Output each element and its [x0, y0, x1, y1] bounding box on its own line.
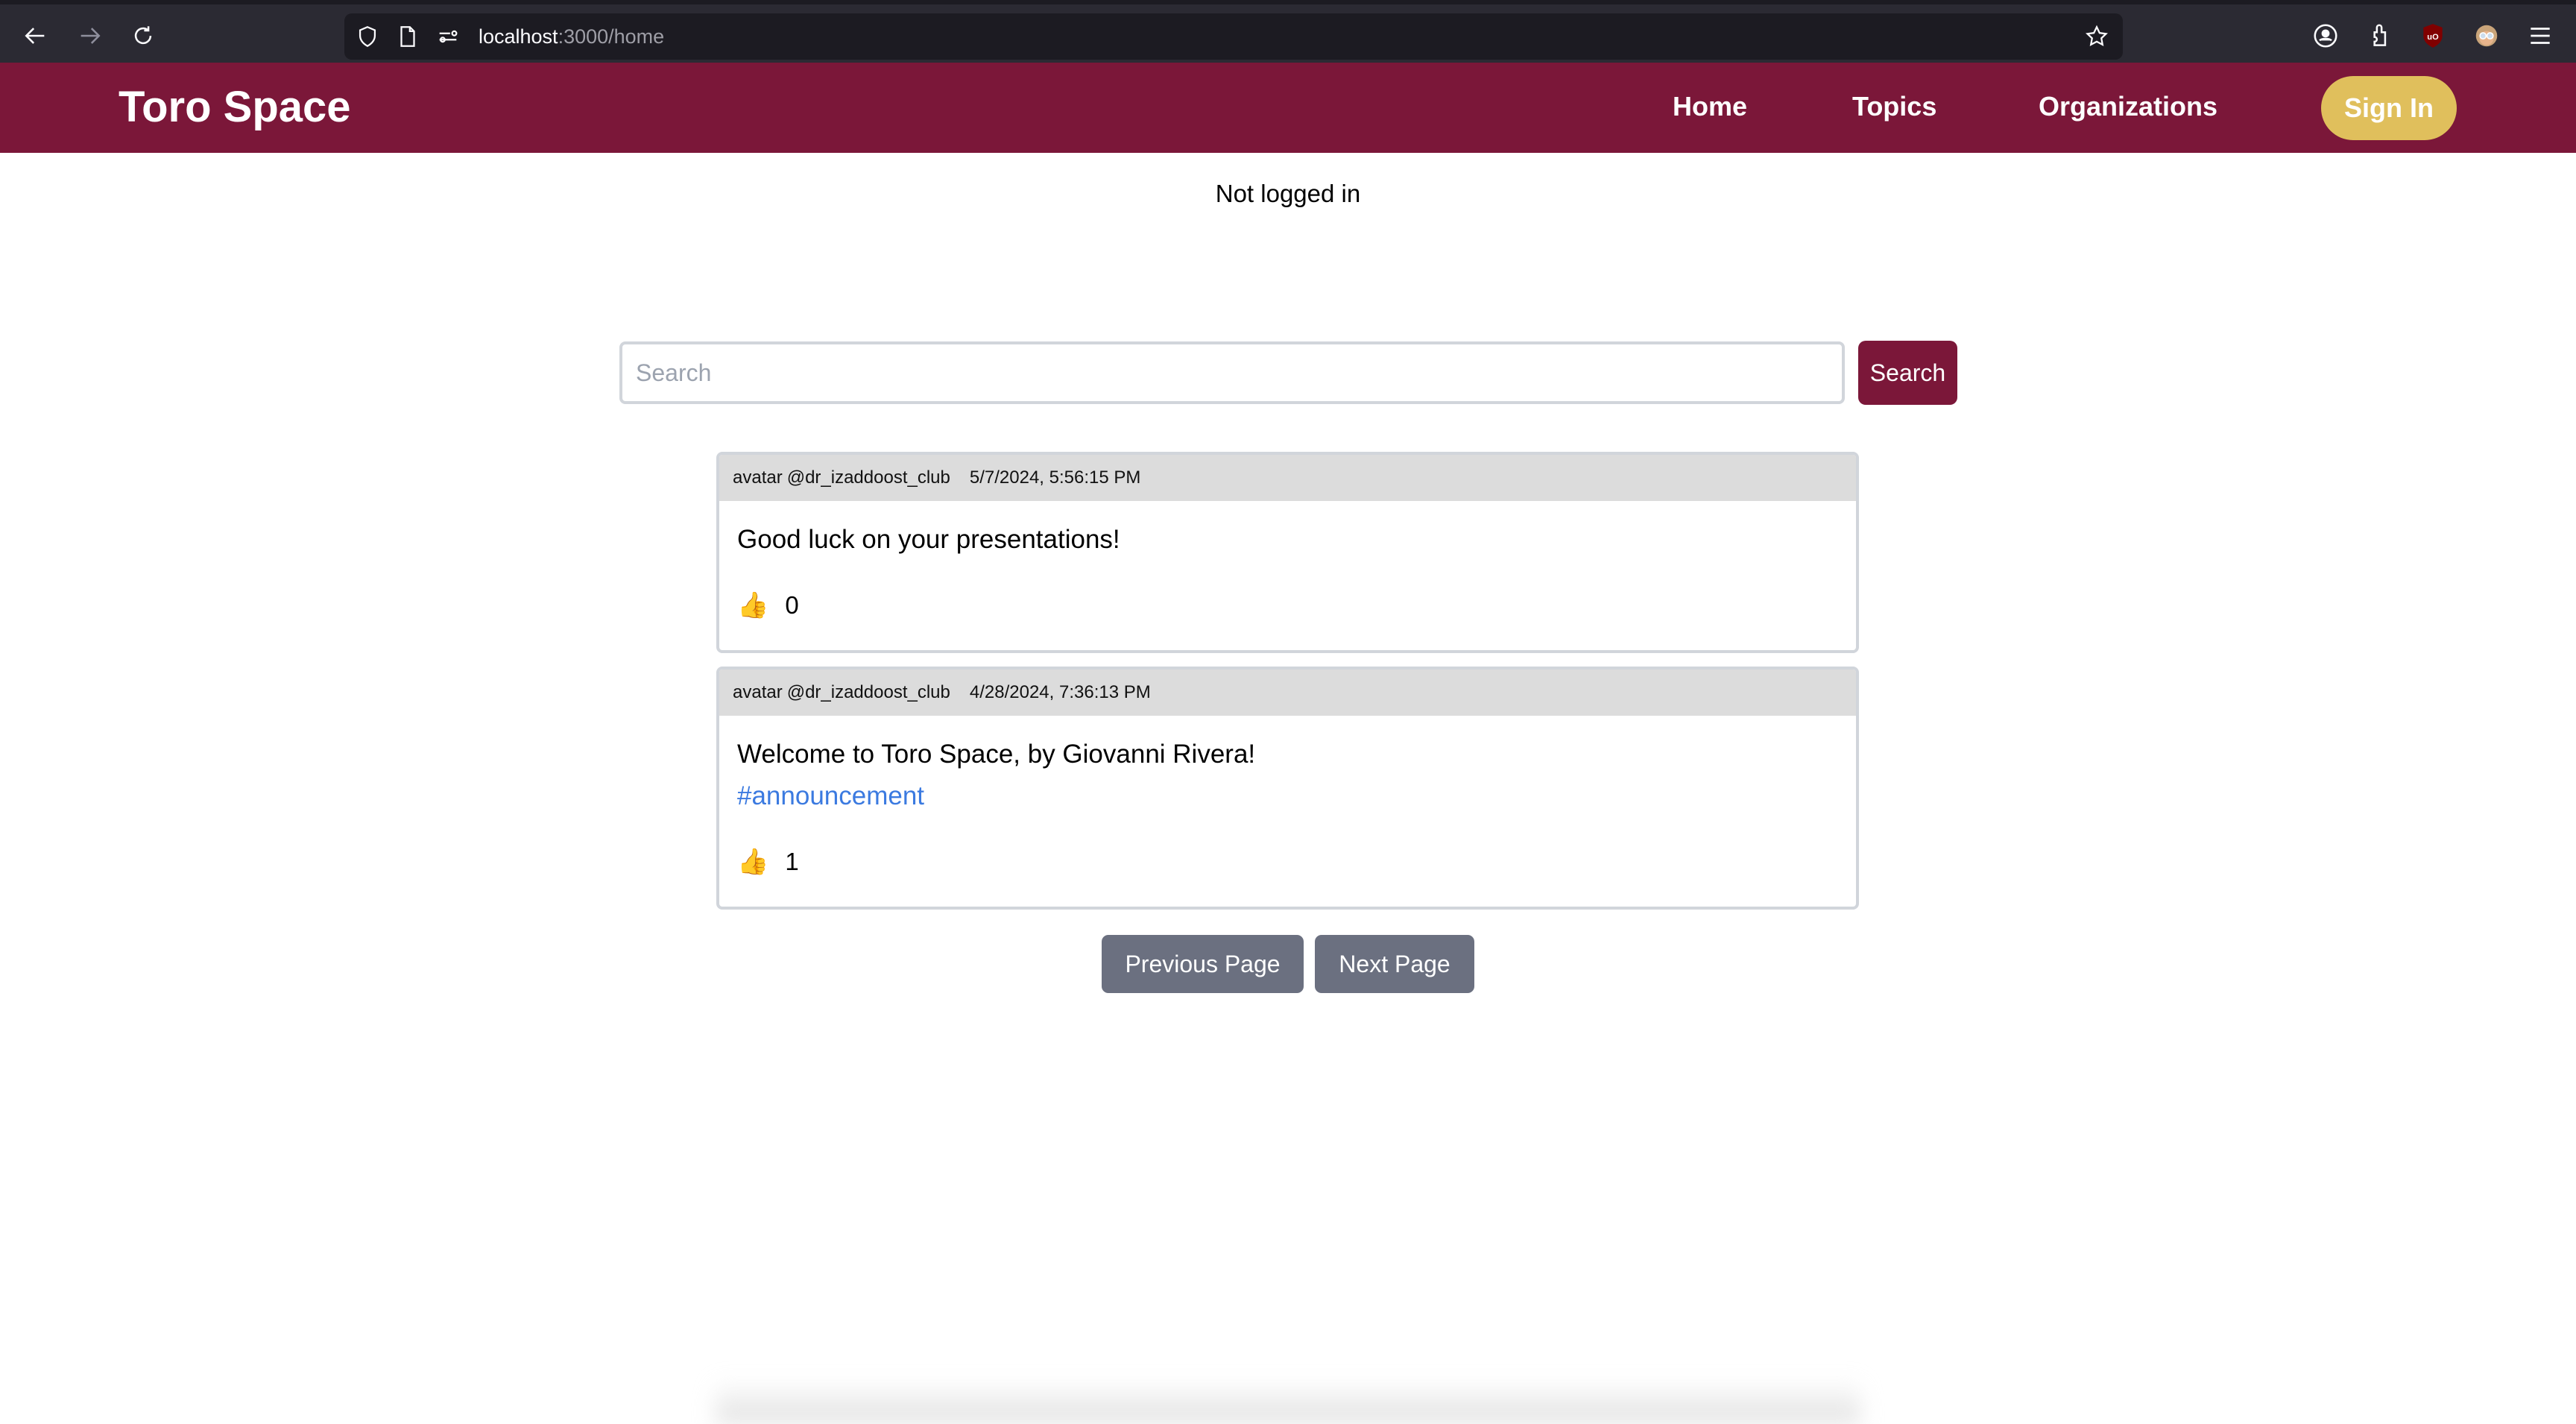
back-button[interactable]	[19, 19, 52, 52]
bottom-shadow	[716, 1379, 1860, 1424]
login-status: Not logged in	[1215, 180, 1361, 207]
hamburger-menu-icon	[2531, 28, 2550, 44]
account-icon	[2314, 24, 2337, 48]
arrow-right-icon	[80, 28, 101, 44]
post-text: Welcome to Toro Space, by Giovanni River…	[737, 740, 1256, 769]
ublock-button[interactable]: uO	[2418, 21, 2448, 51]
account-button[interactable]	[2311, 21, 2340, 51]
url-text[interactable]: localhost:3000/home	[479, 24, 664, 49]
post-header: avatar @dr_izaddoost_club 4/28/2024, 7:3…	[719, 670, 1856, 716]
post-timestamp: 4/28/2024, 7:36:13 PM	[969, 682, 1151, 702]
hashtag-link[interactable]: #announcement	[737, 781, 924, 810]
arrow-left-icon	[25, 28, 45, 44]
url-path: :3000/home	[558, 25, 665, 48]
avatar[interactable]: avatar	[733, 682, 783, 703]
svg-text:uO: uO	[2427, 33, 2439, 42]
puzzle-extensions-icon	[2373, 24, 2387, 46]
ublock-origin-icon: uO	[2423, 24, 2443, 48]
post-timestamp: 5/7/2024, 5:56:15 PM	[969, 467, 1141, 488]
extensions-button[interactable]	[2364, 21, 2394, 51]
permissions-sliders-icon[interactable]	[435, 24, 461, 49]
reload-button[interactable]	[127, 19, 160, 52]
browser-toolbar: localhost:3000/home uO	[0, 0, 2576, 63]
tracking-protection-shield-icon[interactable]	[355, 24, 380, 49]
post-likes: 👍 1	[719, 847, 1856, 877]
next-page-button[interactable]: Next Page	[1315, 935, 1474, 993]
page-icon[interactable]	[395, 24, 420, 49]
post-card: avatar @dr_izaddoost_club 4/28/2024, 7:3…	[716, 667, 1859, 910]
nav-home[interactable]: Home	[1673, 89, 1747, 124]
sign-in-button[interactable]: Sign In	[2321, 76, 2457, 140]
post-content: Welcome to Toro Space, by Giovanni River…	[719, 716, 1856, 817]
app-header: Toro Space Home Topics Organizations Sig…	[0, 63, 2576, 153]
star-icon[interactable]	[2084, 24, 2109, 49]
reload-icon	[134, 26, 152, 45]
profile-button[interactable]	[2472, 21, 2501, 51]
post-header: avatar @dr_izaddoost_club 5/7/2024, 5:56…	[719, 455, 1856, 501]
thumbs-up-icon[interactable]: 👍	[737, 590, 768, 620]
like-count: 0	[785, 591, 799, 619]
post-likes: 👍 0	[719, 590, 1856, 620]
post-content: Good luck on your presentations!	[737, 525, 1120, 554]
previous-page-button[interactable]: Previous Page	[1102, 935, 1304, 993]
post-author[interactable]: @dr_izaddoost_club	[787, 682, 950, 703]
nav-topics[interactable]: Topics	[1852, 89, 1936, 124]
brand-logo[interactable]: Toro Space	[119, 78, 351, 137]
url-bar[interactable]: localhost:3000/home	[344, 13, 2123, 60]
search-button[interactable]: Search	[1858, 341, 1957, 405]
post-card: avatar @dr_izaddoost_club 5/7/2024, 5:56…	[716, 452, 1859, 653]
avatar[interactable]: avatar	[733, 467, 783, 488]
app-menu-button[interactable]	[2525, 21, 2555, 51]
nav-organizations[interactable]: Organizations	[2039, 89, 2217, 124]
thumbs-up-icon[interactable]: 👍	[737, 847, 768, 877]
profile-avatar-icon	[2475, 25, 2498, 47]
post-author[interactable]: @dr_izaddoost_club	[787, 467, 950, 488]
search-input[interactable]	[619, 341, 1845, 404]
forward-button[interactable]	[73, 19, 106, 52]
like-count: 1	[785, 848, 799, 875]
url-host: localhost	[479, 25, 558, 48]
